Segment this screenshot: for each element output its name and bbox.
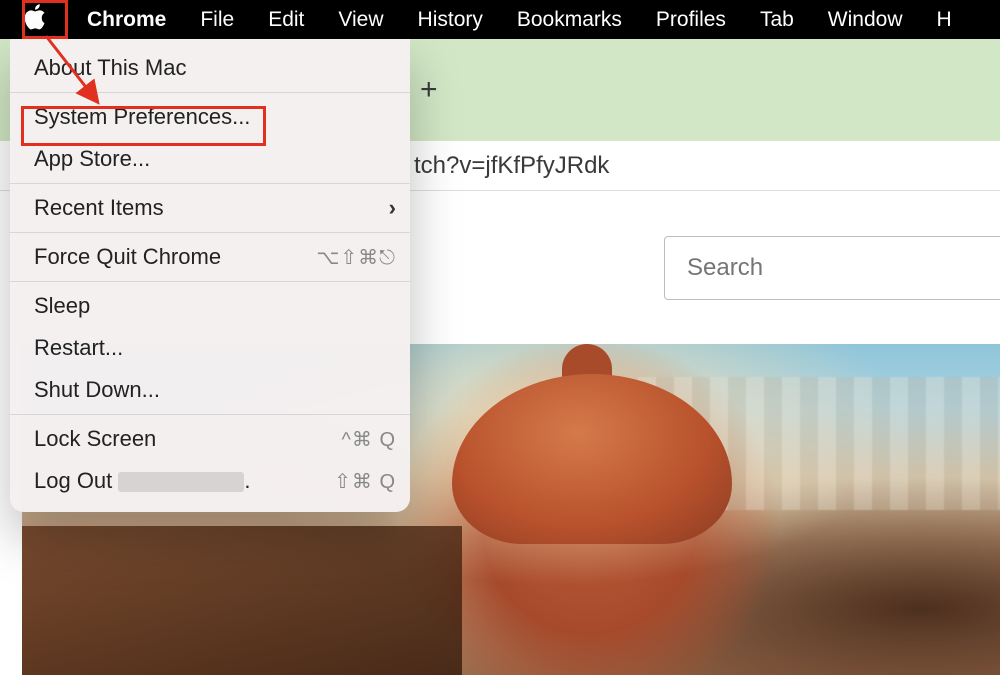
menu-label: Force Quit Chrome bbox=[34, 244, 221, 270]
shortcut-text: ^⌘ Q bbox=[342, 427, 397, 452]
shortcut-text: ⇧⌘ Q bbox=[334, 469, 396, 494]
menu-label: Shut Down... bbox=[34, 377, 160, 403]
menu-label: Recent Items bbox=[34, 195, 164, 221]
menubar-edit[interactable]: Edit bbox=[251, 0, 321, 39]
shortcut-text: ⌥⇧⌘⎋ bbox=[316, 245, 396, 270]
menubar-file[interactable]: File bbox=[183, 0, 251, 39]
menu-force-quit[interactable]: Force Quit Chrome ⌥⇧⌘⎋ bbox=[10, 236, 410, 278]
menubar-app-name[interactable]: Chrome bbox=[70, 0, 183, 39]
menubar-view[interactable]: View bbox=[321, 0, 400, 39]
menubar: Chrome File Edit View History Bookmarks … bbox=[0, 0, 1000, 39]
menu-separator bbox=[10, 232, 410, 233]
menu-label: App Store... bbox=[34, 146, 150, 172]
search-box[interactable] bbox=[664, 236, 1000, 300]
menu-label: Log Out . bbox=[34, 468, 251, 494]
menu-system-preferences[interactable]: System Preferences... bbox=[10, 96, 410, 138]
menubar-profiles[interactable]: Profiles bbox=[639, 0, 743, 39]
menu-separator bbox=[10, 92, 410, 93]
menubar-tab[interactable]: Tab bbox=[743, 0, 811, 39]
menu-shut-down[interactable]: Shut Down... bbox=[10, 369, 410, 411]
menu-separator bbox=[10, 183, 410, 184]
menubar-window[interactable]: Window bbox=[811, 0, 920, 39]
menu-recent-items[interactable]: Recent Items › bbox=[10, 187, 410, 229]
menu-label: About This Mac bbox=[34, 55, 186, 81]
chevron-right-icon: › bbox=[389, 195, 396, 221]
menu-label: System Preferences... bbox=[34, 104, 250, 130]
menu-app-store[interactable]: App Store... bbox=[10, 138, 410, 180]
url-text: tch?v=jfKfPfyJRdk bbox=[414, 152, 609, 180]
menu-lock-screen[interactable]: Lock Screen ^⌘ Q bbox=[10, 418, 410, 460]
menu-label: Restart... bbox=[34, 335, 123, 361]
menubar-cut[interactable]: H bbox=[920, 0, 969, 39]
menu-label: Lock Screen bbox=[34, 426, 156, 452]
menu-log-out[interactable]: Log Out . ⇧⌘ Q bbox=[10, 460, 410, 502]
lamp-illustration bbox=[452, 344, 732, 564]
menu-separator bbox=[10, 281, 410, 282]
menu-about-this-mac[interactable]: About This Mac bbox=[10, 47, 410, 89]
apple-logo-icon bbox=[24, 4, 47, 36]
menu-restart[interactable]: Restart... bbox=[10, 327, 410, 369]
new-tab-button[interactable]: + bbox=[420, 73, 438, 107]
menu-label: Sleep bbox=[34, 293, 90, 319]
apple-menu-dropdown: About This Mac System Preferences... App… bbox=[10, 39, 410, 512]
menu-sleep[interactable]: Sleep bbox=[10, 285, 410, 327]
apple-menu-button[interactable] bbox=[0, 0, 70, 39]
menubar-bookmarks[interactable]: Bookmarks bbox=[500, 0, 639, 39]
desk-illustration bbox=[22, 526, 462, 675]
redacted-username bbox=[118, 472, 244, 492]
search-input[interactable] bbox=[687, 254, 978, 282]
menubar-history[interactable]: History bbox=[401, 0, 500, 39]
menu-separator bbox=[10, 414, 410, 415]
